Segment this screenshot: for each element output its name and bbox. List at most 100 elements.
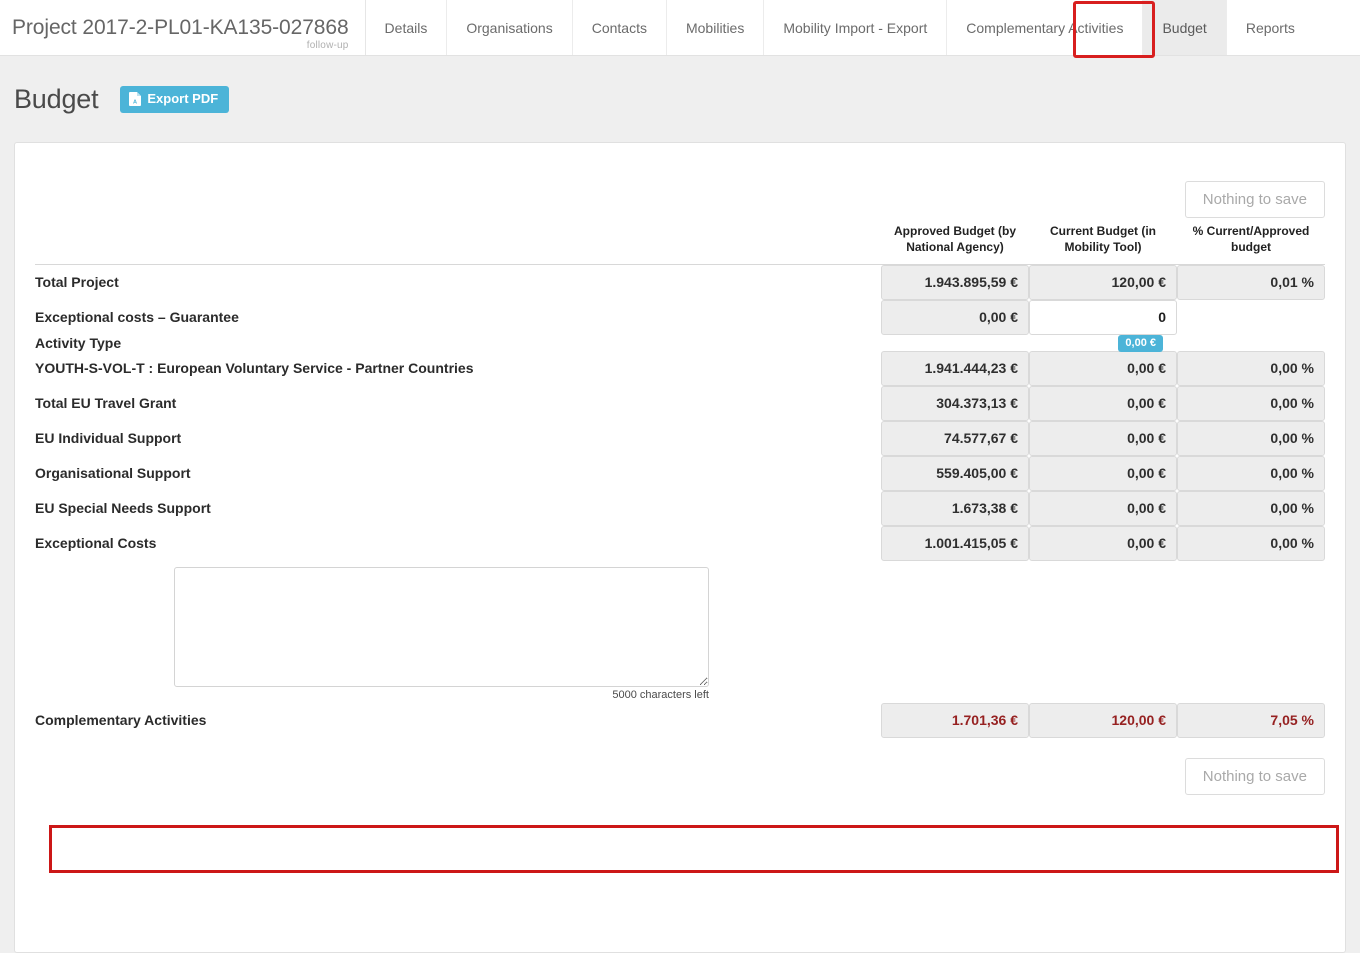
- save-button-top[interactable]: Nothing to save: [1184, 181, 1325, 219]
- cell-approved-empty: [881, 335, 1029, 351]
- current-budget-value: 0,00 €: [1029, 420, 1177, 456]
- budget-table-head: Approved Budget (by National Agency) Cur…: [35, 218, 1325, 265]
- cell-percent: 0,00 %: [1177, 420, 1325, 456]
- page-body: Nothing to save Approved Budget (by Nati…: [0, 142, 1360, 953]
- current-budget-value: 120,00 €: [1029, 702, 1177, 738]
- cell-approved: 1.701,36 €: [881, 702, 1029, 738]
- tab-budget[interactable]: Budget: [1143, 0, 1227, 55]
- approved-budget-value: 1.701,36 €: [881, 702, 1029, 738]
- table-row: Exceptional Costs 1.001.415,05 € 0,00 € …: [35, 525, 1325, 561]
- table-header-row: Approved Budget (by National Agency) Cur…: [35, 218, 1325, 265]
- row-label-eu-special-needs-support: EU Special Needs Support: [35, 500, 211, 517]
- cell-percent: 0,00 %: [1177, 385, 1325, 421]
- tab-mobilities[interactable]: Mobilities: [667, 0, 765, 55]
- approved-budget-value: 1.001.415,05 €: [881, 525, 1029, 561]
- table-row: Complementary Activities 1.701,36 € 120,…: [35, 702, 1325, 738]
- cell-percent: 0,00 %: [1177, 350, 1325, 386]
- svg-text:A: A: [133, 99, 137, 105]
- current-budget-value: 0,00 €: [1029, 350, 1177, 386]
- approved-budget-value: 0,00 €: [881, 299, 1029, 335]
- budget-card: Nothing to save Approved Budget (by Nati…: [14, 142, 1346, 953]
- column-header-percent: % Current/Approved budget: [1177, 218, 1325, 265]
- row-label-total-project: Total Project: [35, 274, 119, 291]
- percent-value: 0,00 %: [1177, 490, 1325, 526]
- cell-approved: 1.673,38 €: [881, 490, 1029, 526]
- approved-budget-value: 1.943.895,59 €: [881, 264, 1029, 300]
- exceptional-costs-comment-textarea[interactable]: [174, 566, 709, 687]
- percent-value: 0,01 %: [1177, 264, 1325, 300]
- column-header-label: [35, 218, 881, 265]
- row-label-complementary-activities: Complementary Activities: [35, 712, 207, 729]
- cell-percent: 0,00 %: [1177, 525, 1325, 561]
- top-navigation-bar: Project 2017-2-PL01-KA135-027868 follow-…: [0, 0, 1360, 58]
- percent-value: 0,00 %: [1177, 525, 1325, 561]
- cell-current: 0: [1029, 299, 1177, 335]
- cell-approved: 0,00 €: [881, 299, 1029, 335]
- cell-current: 0,00 €: [1029, 420, 1177, 456]
- cell-approved: 1.943.895,59 €: [881, 264, 1029, 300]
- current-budget-input[interactable]: 0: [1029, 299, 1177, 335]
- cell-current: 0,00 €: [1029, 455, 1177, 491]
- tooltip-badge: 0,00 €: [1118, 334, 1163, 353]
- annotation-complementary-activities-highlight: [49, 825, 1339, 873]
- current-budget-value: 120,00 €: [1029, 264, 1177, 300]
- cell-current: 0,00 €: [1029, 385, 1177, 421]
- budget-table: Approved Budget (by National Agency) Cur…: [35, 218, 1325, 738]
- table-row-comments: 5000 characters left: [35, 561, 1325, 703]
- tab-organisations[interactable]: Organisations: [447, 0, 573, 55]
- page-title: Budget: [14, 83, 99, 114]
- row-label-exceptional-costs-guarantee: Exceptional costs – Guarantee: [35, 309, 239, 326]
- row-label-eu-individual-support: EU Individual Support: [35, 430, 182, 447]
- export-pdf-label: Export PDF: [147, 91, 219, 106]
- budget-table-body: Total Project 1.943.895,59 € 120,00 € 0,…: [35, 264, 1325, 738]
- save-row-bottom: Nothing to save: [35, 738, 1325, 796]
- approved-budget-value: 304.373,13 €: [881, 385, 1029, 421]
- tab-complementary-activities[interactable]: Complementary Activities: [947, 0, 1144, 55]
- row-label-total-eu-travel-grant: Total EU Travel Grant: [35, 395, 177, 412]
- current-budget-value: 0,00 €: [1029, 490, 1177, 526]
- column-header-current-budget: Current Budget (in Mobility Tool): [1029, 218, 1177, 265]
- cell-percent: 7,05 %: [1177, 702, 1325, 738]
- current-budget-value: 0,00 €: [1029, 525, 1177, 561]
- column-header-approved-budget: Approved Budget (by National Agency): [881, 218, 1029, 265]
- table-row: EU Individual Support 74.577,67 € 0,00 €…: [35, 420, 1325, 456]
- approved-budget-value: 1.673,38 €: [881, 490, 1029, 526]
- characters-left-counter: 5000 characters left: [612, 688, 709, 701]
- current-budget-value: 0,00 €: [1029, 385, 1177, 421]
- percent-value: 0,00 %: [1177, 455, 1325, 491]
- project-title-cell: Project 2017-2-PL01-KA135-027868 follow-…: [0, 0, 366, 55]
- pdf-file-icon: A: [129, 91, 142, 106]
- table-row: Total EU Travel Grant 304.373,13 € 0,00 …: [35, 385, 1325, 421]
- approved-budget-value: 74.577,67 €: [881, 420, 1029, 456]
- page-header: Budget A Export PDF: [0, 56, 1360, 142]
- export-pdf-button[interactable]: A Export PDF: [120, 85, 230, 113]
- tab-details[interactable]: Details: [366, 0, 448, 55]
- approved-budget-value: 559.405,00 €: [881, 455, 1029, 491]
- cell-approved: 559.405,00 €: [881, 455, 1029, 491]
- cell-percent: 0,01 %: [1177, 264, 1325, 300]
- cell-percent-empty: [1177, 335, 1325, 351]
- cell-approved: 1.001.415,05 €: [881, 525, 1029, 561]
- save-row-top: Nothing to save: [35, 143, 1325, 219]
- cell-percent: 0,00 %: [1177, 490, 1325, 526]
- save-button-bottom[interactable]: Nothing to save: [1184, 757, 1325, 796]
- table-row: YOUTH-S-VOL-T : European Voluntary Servi…: [35, 334, 1325, 386]
- tab-mobility-import-export[interactable]: Mobility Import - Export: [764, 0, 948, 55]
- tab-contacts[interactable]: Contacts: [573, 0, 667, 55]
- percent-value: 0,00 %: [1177, 350, 1325, 386]
- cell-current: 120,00 €: [1029, 264, 1177, 300]
- table-row: Total Project 1.943.895,59 € 120,00 € 0,…: [35, 264, 1325, 300]
- percent-value: 7,05 %: [1177, 702, 1325, 738]
- cell-current: 0,00 €: [1029, 525, 1177, 561]
- row-label-youth-s-vol-t: YOUTH-S-VOL-T : European Voluntary Servi…: [35, 360, 474, 377]
- percent-value: 0,00 %: [1177, 420, 1325, 456]
- table-row: EU Special Needs Support 1.673,38 € 0,00…: [35, 490, 1325, 526]
- project-followup-label: follow-up: [306, 40, 349, 51]
- cell-current: 120,00 €: [1029, 702, 1177, 738]
- tab-reports[interactable]: Reports: [1227, 0, 1314, 55]
- page-project-title: Project 2017-2-PL01-KA135-027868: [12, 15, 349, 39]
- cell-current: 0,00 €: [1029, 490, 1177, 526]
- cell-approved: 1.941.444,23 €: [881, 350, 1029, 386]
- table-row: Exceptional costs – Guarantee 0,00 € 0: [35, 299, 1325, 335]
